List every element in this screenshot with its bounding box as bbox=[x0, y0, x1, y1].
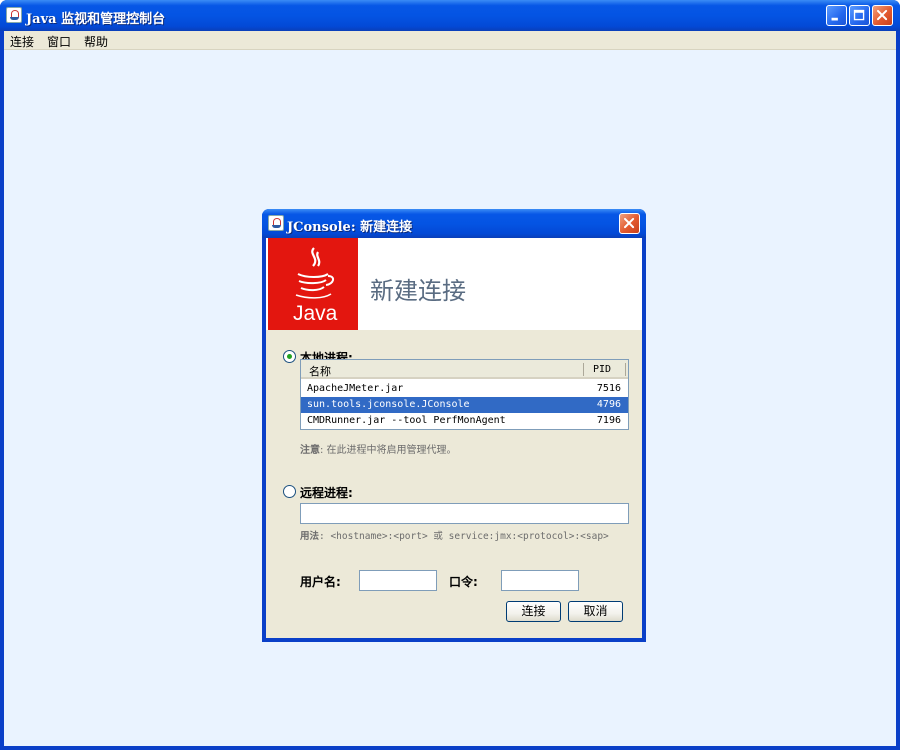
dialog-titlebar[interactable]: JConsole: 新建连接 bbox=[262, 209, 646, 238]
local-note: 注意: 在此进程中将启用管理代理。 bbox=[300, 441, 457, 456]
usage-label: 用法 bbox=[300, 531, 320, 542]
table-row[interactable]: sun.tools.jconsole.JConsole 4796 bbox=[301, 397, 628, 413]
usage-text: : <hostname>:<port> 或 service:jmx:<proto… bbox=[319, 531, 609, 542]
column-divider bbox=[583, 363, 584, 376]
process-pid: 4796 bbox=[596, 399, 621, 410]
remote-url-field[interactable] bbox=[300, 503, 629, 524]
local-process-radio[interactable] bbox=[283, 350, 296, 363]
note-label: 注意 bbox=[300, 445, 320, 456]
table-row[interactable]: CMDRunner.jar --tool PerfMonAgent 7196 bbox=[301, 413, 628, 429]
remote-process-label: 远程进程: bbox=[300, 486, 353, 500]
maximize-button[interactable] bbox=[849, 5, 870, 26]
connect-button[interactable]: 连接 bbox=[506, 601, 561, 622]
column-name-header[interactable]: 名称 bbox=[309, 363, 331, 379]
process-name: CMDRunner.jar --tool PerfMonAgent bbox=[307, 415, 506, 426]
dialog-close-button[interactable] bbox=[619, 213, 640, 234]
process-name: ApacheJMeter.jar bbox=[307, 383, 404, 394]
dialog-title: JConsole: 新建连接 bbox=[287, 220, 413, 235]
svg-text:Java: Java bbox=[293, 302, 338, 325]
process-pid: 7516 bbox=[596, 383, 621, 394]
dialog-banner: Java 新建连接 bbox=[266, 238, 642, 330]
remote-usage-hint: 用法: <hostname>:<port> 或 service:jmx:<pro… bbox=[300, 528, 609, 542]
remote-process-radio[interactable] bbox=[283, 485, 296, 498]
menu-connection[interactable]: 连接 bbox=[10, 33, 34, 50]
maximize-icon bbox=[853, 9, 865, 21]
close-icon bbox=[876, 9, 888, 21]
new-connection-dialog: JConsole: 新建连接 Java 新建连接 本地进程: 名称 PID Ap… bbox=[262, 209, 646, 642]
dialog-body: Java 新建连接 本地进程: 名称 PID ApacheJMeter.jar … bbox=[266, 238, 642, 638]
main-titlebar[interactable]: Java 监视和管理控制台 bbox=[0, 0, 900, 31]
process-pid: 7196 bbox=[596, 415, 621, 426]
menu-window[interactable]: 窗口 bbox=[47, 33, 71, 50]
java-app-icon bbox=[6, 7, 22, 23]
password-label: 口令: bbox=[449, 575, 478, 589]
minimize-button[interactable] bbox=[826, 5, 847, 26]
minimize-icon bbox=[831, 17, 838, 21]
username-field[interactable] bbox=[359, 570, 437, 591]
process-table[interactable]: 名称 PID ApacheJMeter.jar 7516 sun.tools.j… bbox=[300, 359, 629, 430]
menubar: 连接 窗口 帮助 bbox=[4, 31, 896, 50]
table-header: 名称 PID bbox=[301, 360, 628, 379]
process-name: sun.tools.jconsole.JConsole bbox=[307, 399, 470, 410]
close-icon bbox=[623, 217, 635, 229]
username-label: 用户名: bbox=[300, 575, 341, 589]
column-divider bbox=[625, 363, 626, 376]
password-field[interactable] bbox=[501, 570, 579, 591]
close-button[interactable] bbox=[872, 5, 893, 26]
window-title: Java 监视和管理控制台 bbox=[26, 12, 166, 27]
cancel-button[interactable]: 取消 bbox=[568, 601, 623, 622]
java-app-icon bbox=[268, 215, 284, 231]
column-pid-header[interactable]: PID bbox=[593, 364, 611, 375]
table-row[interactable]: ApacheJMeter.jar 7516 bbox=[301, 381, 628, 397]
dialog-heading: 新建连接 bbox=[370, 277, 466, 305]
java-logo-icon: Java bbox=[268, 238, 358, 330]
note-text: : 在此进程中将启用管理代理。 bbox=[320, 445, 457, 456]
menu-help[interactable]: 帮助 bbox=[84, 33, 108, 50]
